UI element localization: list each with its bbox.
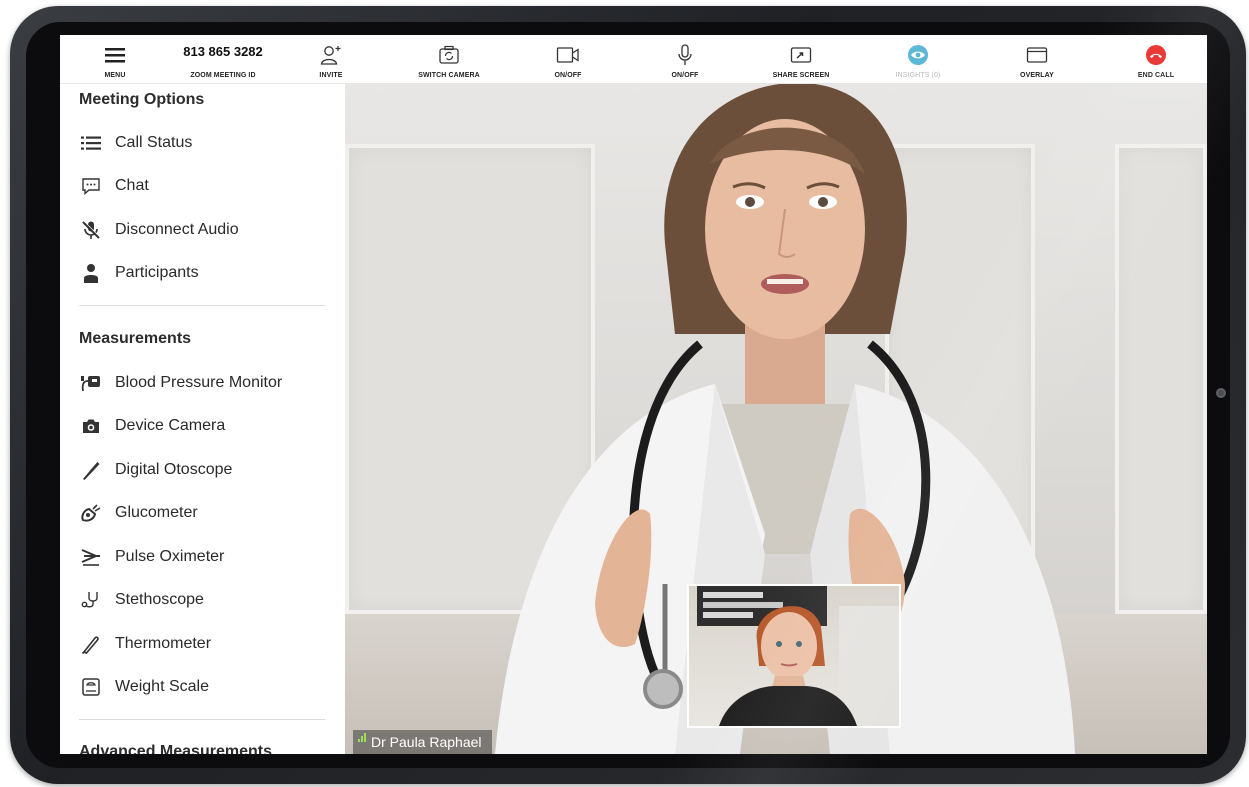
options-sidebar: Meeting Options Call Status Chat Disconn… (60, 84, 345, 754)
menu-item-device-camera[interactable]: Device Camera (79, 411, 329, 441)
menu-item-disconnect-audio[interactable]: Disconnect Audio (79, 215, 329, 245)
chat-icon (79, 174, 103, 198)
hang-up-icon (1145, 41, 1167, 69)
share-screen-icon (790, 41, 812, 69)
menu-item-label: Weight Scale (115, 678, 209, 695)
weight-scale-icon (79, 675, 103, 699)
top-toolbar: MENU 813 865 3282 ZOOM MEETING ID INVITE… (60, 35, 1207, 84)
menu-item-label: Pulse Oximeter (115, 548, 225, 565)
menu-item-label: Thermometer (115, 635, 212, 652)
menu-item-pulse-oximeter[interactable]: Pulse Oximeter (79, 542, 329, 572)
thermometer-icon (79, 632, 103, 656)
otoscope-icon (79, 458, 103, 482)
patient-figure (697, 586, 899, 726)
end-call-label: END CALL (1137, 72, 1175, 79)
mic-off-icon (79, 218, 103, 242)
overlay-label: OVERLAY (1020, 72, 1054, 79)
measurements-heading: Measurements (79, 330, 192, 347)
share-screen-label: SHARE SCREEN (772, 72, 830, 79)
participant-name-tag: Dr Paula Raphael (353, 730, 492, 754)
hamburger-menu-icon (105, 41, 125, 69)
share-screen-button[interactable]: SHARE SCREEN (746, 35, 856, 84)
meeting-options-heading: Meeting Options (79, 91, 205, 108)
video-camera-icon (556, 41, 580, 69)
add-person-icon (320, 41, 342, 69)
menu-item-blood-pressure-monitor[interactable]: Blood Pressure Monitor (79, 368, 329, 398)
menu-item-thermometer[interactable]: Thermometer (79, 629, 329, 659)
menu-label: MENU (104, 72, 126, 79)
microphone-icon (676, 41, 694, 69)
switch-camera-button[interactable]: SWITCH CAMERA (394, 35, 504, 84)
menu-item-label: Device Camera (115, 417, 226, 434)
menu-item-digital-otoscope[interactable]: Digital Otoscope (79, 455, 329, 485)
list-icon (79, 131, 103, 155)
meeting-id-value: 813 865 3282 (183, 44, 263, 59)
menu-item-label: Digital Otoscope (115, 461, 233, 478)
camera-icon (79, 414, 103, 438)
menu-item-label: Chat (115, 177, 149, 194)
menu-item-label: Glucometer (115, 504, 198, 521)
overlay-button[interactable]: OVERLAY (982, 35, 1092, 84)
advanced-measurements-heading: Advanced Measurements (79, 743, 272, 754)
signal-strength-icon (358, 725, 367, 749)
blood-pressure-icon (79, 371, 103, 395)
mic-toggle-label: ON/OFF (671, 72, 699, 79)
menu-item-stethoscope[interactable]: Stethoscope (79, 585, 329, 615)
menu-item-label: Call Status (115, 134, 193, 151)
self-view-video[interactable] (687, 584, 901, 728)
tablet-camera-dot (1216, 388, 1226, 398)
stethoscope-icon (79, 588, 103, 612)
menu-item-glucometer[interactable]: Glucometer (79, 498, 329, 528)
invite-label: INVITE (319, 72, 343, 79)
menu-item-label: Blood Pressure Monitor (115, 374, 283, 391)
menu-item-chat[interactable]: Chat (79, 171, 329, 201)
camera-toggle-button[interactable]: ON/OFF (513, 35, 623, 84)
menu-item-label: Participants (115, 264, 199, 281)
participant-name: Dr Paula Raphael (371, 734, 482, 750)
section-divider (79, 719, 325, 720)
insights-button[interactable]: INSIGHTS (0) (863, 35, 973, 84)
camera-toggle-label: ON/OFF (554, 72, 582, 79)
switch-camera-label: SWITCH CAMERA (418, 72, 480, 79)
insights-label: INSIGHTS (0) (895, 72, 941, 79)
person-icon (79, 261, 103, 285)
menu-item-call-status[interactable]: Call Status (79, 128, 329, 158)
mic-toggle-button[interactable]: ON/OFF (630, 35, 740, 84)
menu-button[interactable]: MENU (60, 35, 170, 84)
glucometer-icon (79, 501, 103, 525)
pulse-oximeter-icon (79, 545, 103, 569)
switch-camera-icon (438, 41, 460, 69)
menu-item-label: Disconnect Audio (115, 221, 239, 238)
menu-item-weight-scale[interactable]: Weight Scale (79, 672, 329, 702)
app-screen: MENU 813 865 3282 ZOOM MEETING ID INVITE… (60, 35, 1207, 754)
section-divider (79, 305, 325, 306)
meeting-id: 813 865 3282 ZOOM MEETING ID (167, 35, 279, 84)
overlay-window-icon (1026, 41, 1048, 69)
menu-item-participants[interactable]: Participants (79, 258, 329, 288)
main-video-feed[interactable]: Dr Paula Raphael (345, 84, 1207, 754)
end-call-button[interactable]: END CALL (1101, 35, 1207, 84)
invite-button[interactable]: INVITE (276, 35, 386, 84)
menu-item-label: Stethoscope (115, 591, 204, 608)
eye-icon (907, 41, 929, 69)
meeting-id-label: ZOOM MEETING ID (190, 72, 256, 79)
